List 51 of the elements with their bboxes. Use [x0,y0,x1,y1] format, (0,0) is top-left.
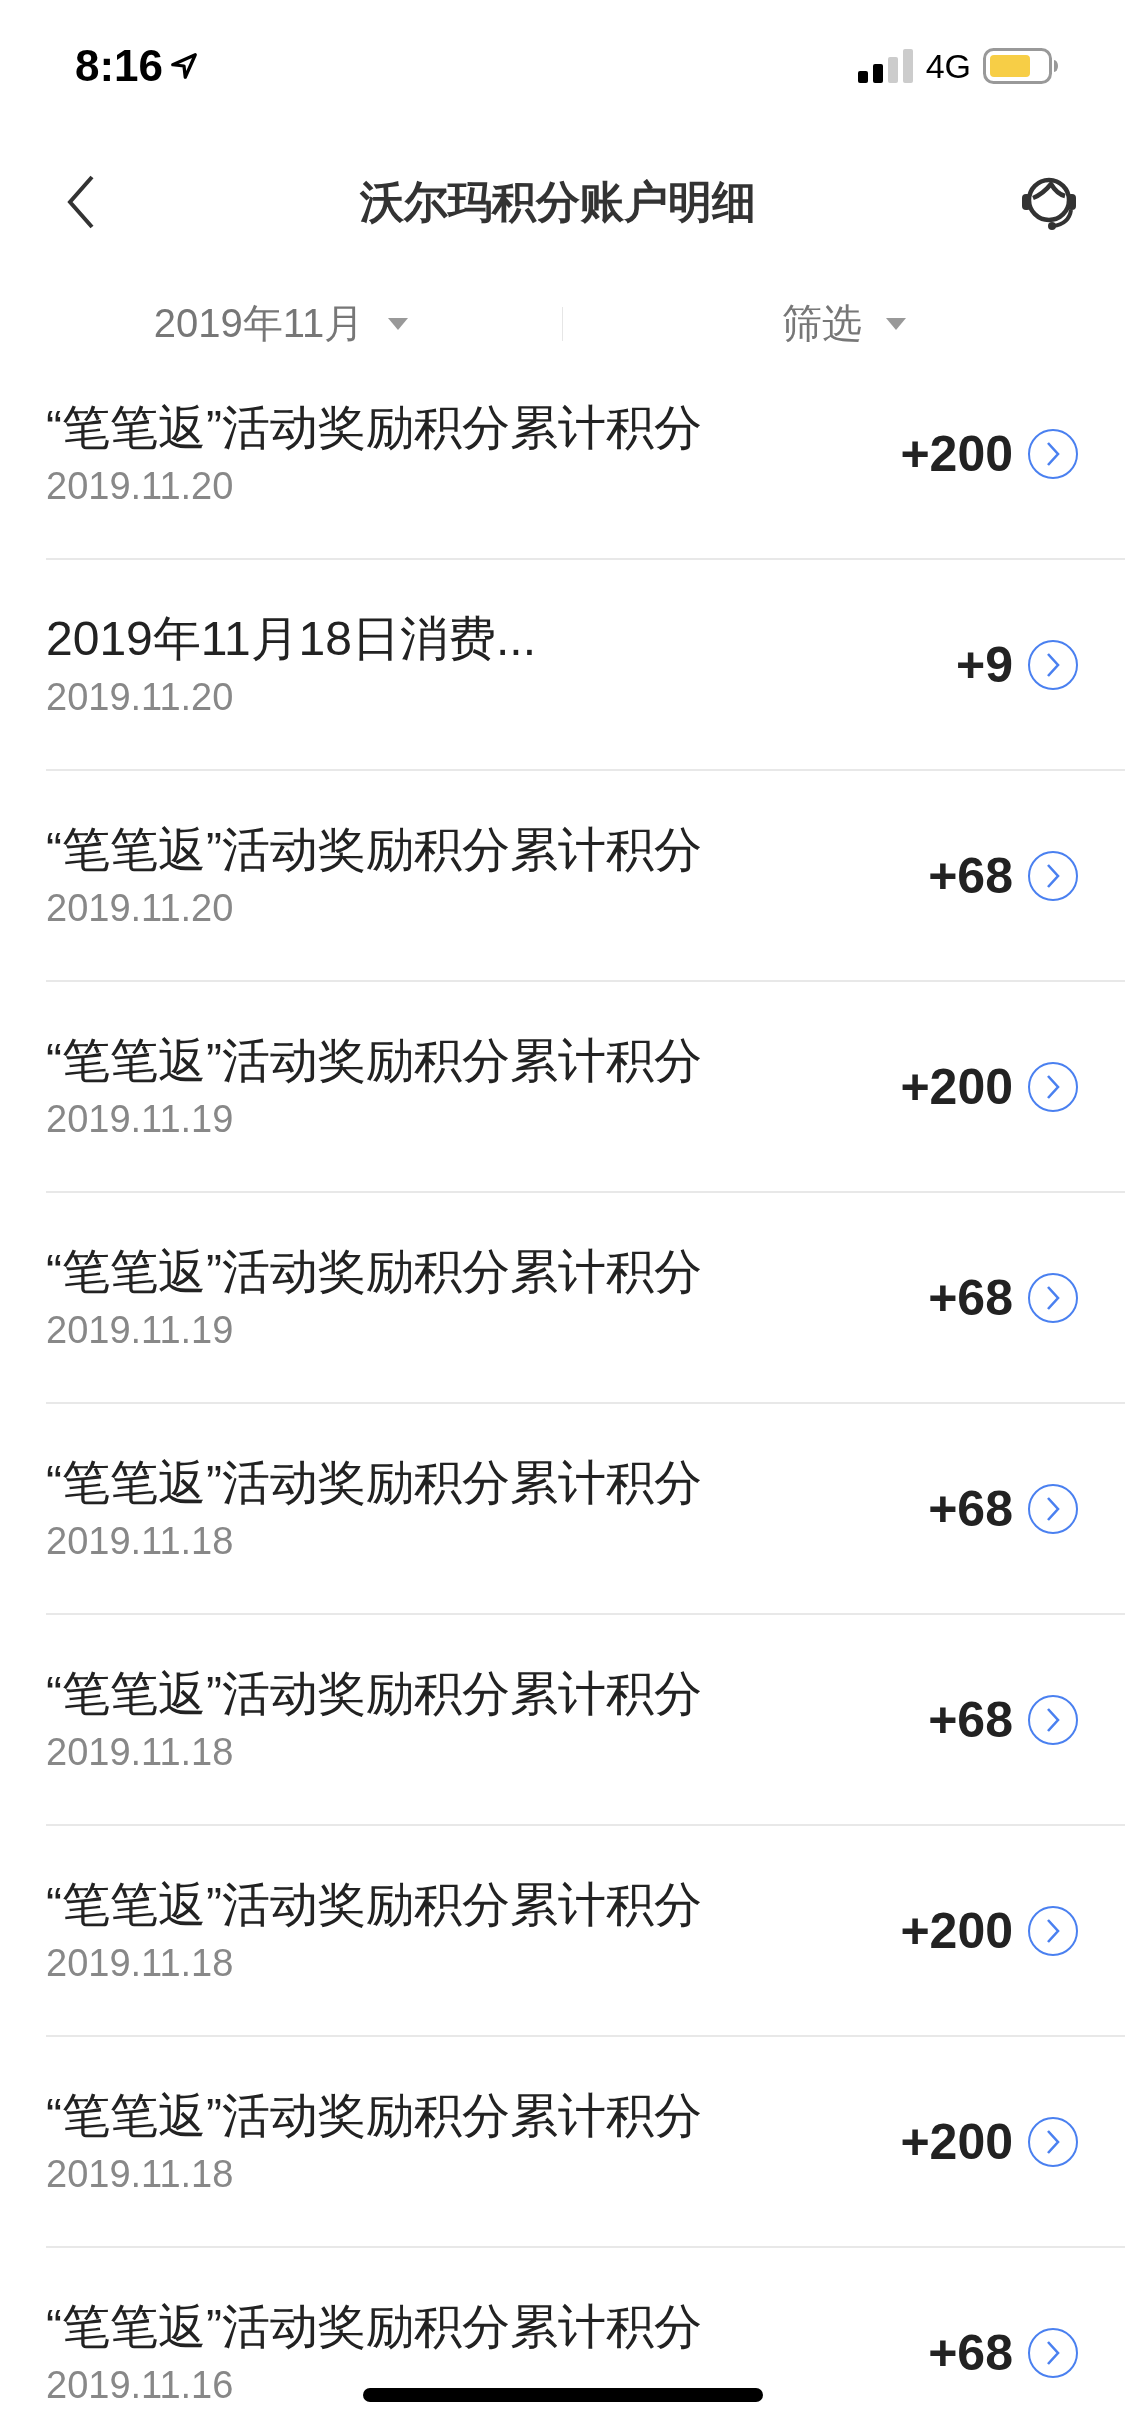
chevron-circle-icon[interactable] [1027,638,1079,691]
chevron-circle-icon[interactable] [1027,1271,1079,1324]
record-title: “笔笔返”活动奖励积分累计积分 [46,2298,702,2355]
points-amount: +9 [956,635,1013,694]
record-title: “笔笔返”活动奖励积分累计积分 [46,821,702,878]
record-date: 2019.11.16 [46,2362,234,2408]
signal-icon [857,49,914,83]
record-date: 2019.11.18 [46,1940,234,1986]
points-amount: +200 [900,2112,1013,2171]
record-title: 2019年11月18日消费... [46,610,536,667]
points-amount: +68 [928,2323,1013,2382]
battery-icon [983,48,1059,84]
record-title: “笔笔返”活动奖励积分累计积分 [46,1454,702,1511]
record-title: “笔笔返”活动奖励积分累计积分 [46,1665,702,1722]
status-time: 8:16 [75,41,164,91]
caret-icon [886,317,906,330]
record-date: 2019.11.19 [46,1307,234,1353]
points-amount: +68 [928,846,1013,905]
back-icon[interactable] [66,174,96,230]
points-amount: +68 [928,1690,1013,1749]
chevron-circle-icon[interactable] [1027,2115,1079,2168]
chevron-circle-icon[interactable] [1027,849,1079,902]
record-date: 2019.11.20 [46,885,234,931]
caret-icon [388,317,409,330]
chevron-circle-icon[interactable] [1027,2326,1079,2379]
record-date: 2019.11.18 [46,1729,234,1775]
record-date: 2019.11.20 [46,463,234,509]
filter-dropdown[interactable]: 筛选 [772,290,916,357]
month-dropdown[interactable]: 2019年11月 [143,290,419,357]
points-amount: +200 [900,1057,1013,1116]
chevron-circle-icon[interactable] [1027,1693,1079,1746]
record-title: “笔笔返”活动奖励积分累计积分 [46,399,702,456]
points-amount: +200 [900,424,1013,483]
network-label: 4G [925,46,971,86]
points-amount: +68 [928,1268,1013,1327]
chevron-circle-icon[interactable] [1027,1482,1079,1535]
chevron-circle-icon[interactable] [1027,1904,1079,1957]
record-date: 2019.11.18 [46,1518,234,1564]
record-title: “笔笔返”活动奖励积分累计积分 [46,1032,702,1089]
record-title: “笔笔返”活动奖励积分累计积分 [46,2087,702,2144]
record-date: 2019.11.20 [46,674,234,720]
location-arrow-icon [169,51,200,81]
page-title: 沃尔玛积分账户明细 [359,175,756,228]
points-amount: +200 [900,1901,1013,1960]
record-date: 2019.11.19 [46,1096,234,1142]
chevron-circle-icon[interactable] [1027,1060,1079,1113]
points-amount: +68 [928,1479,1013,1538]
record-title: “笔笔返”活动奖励积分累计积分 [46,1243,702,1300]
chevron-circle-icon[interactable] [1027,427,1079,480]
record-title: “笔笔返”活动奖励积分累计积分 [46,1876,702,1933]
record-date: 2019.11.18 [46,2151,234,2197]
